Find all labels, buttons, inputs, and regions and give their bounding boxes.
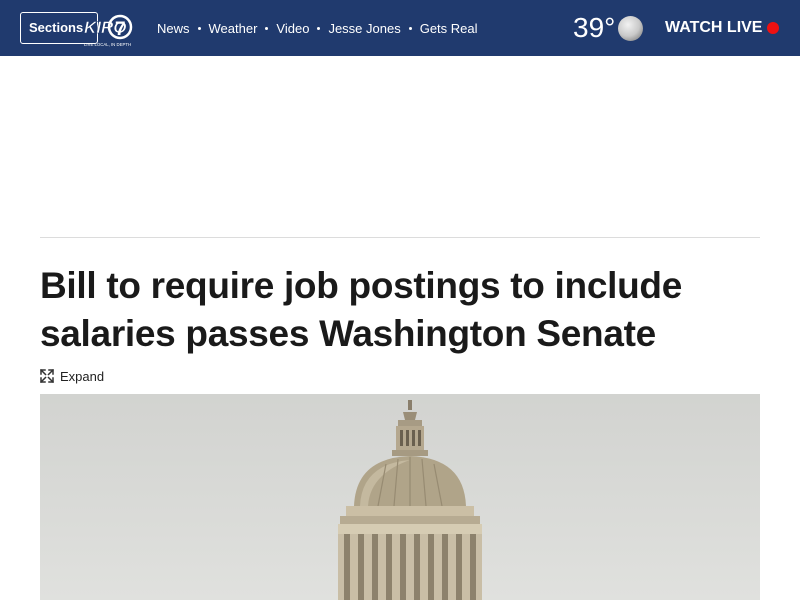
primary-nav: News Weather Video Jesse Jones Gets Real — [157, 0, 478, 56]
sections-label: Sections — [29, 20, 84, 35]
nav-item-gets-real[interactable]: Gets Real — [420, 21, 478, 36]
site-header: Sections KIRO 7 LIVE LOCAL, IN DEPTH New… — [0, 0, 800, 56]
ad-slot — [0, 56, 800, 236]
capitol-dome-image[interactable] — [40, 394, 760, 600]
nav-separator — [408, 26, 412, 30]
current-temperature[interactable]: 39° — [573, 10, 615, 46]
article-headline: Bill to require job postings to include … — [40, 265, 682, 354]
logo-tagline: LIVE LOCAL, IN DEPTH — [84, 42, 131, 47]
nav-item-video[interactable]: Video — [276, 21, 309, 36]
logo-number: 7 — [115, 19, 126, 40]
kiro7-logo[interactable]: KIRO 7 LIVE LOCAL, IN DEPTH — [82, 7, 134, 49]
expand-label: Expand — [60, 368, 105, 384]
expand-icon — [40, 369, 54, 383]
nav-item-jesse-jones[interactable]: Jesse Jones — [328, 21, 400, 36]
capitol-dome-illustration — [338, 400, 482, 600]
nav-separator — [265, 26, 269, 30]
live-indicator-icon — [767, 22, 779, 34]
nav-separator — [197, 26, 201, 30]
watch-live-link[interactable]: WATCH LIVE — [665, 18, 762, 38]
nav-separator — [317, 26, 321, 30]
nav-item-news[interactable]: News — [157, 21, 190, 36]
nav-item-weather[interactable]: Weather — [209, 21, 258, 36]
expand-image-button[interactable]: Expand — [40, 367, 104, 385]
section-divider — [40, 237, 760, 238]
cloudy-icon — [618, 16, 643, 41]
